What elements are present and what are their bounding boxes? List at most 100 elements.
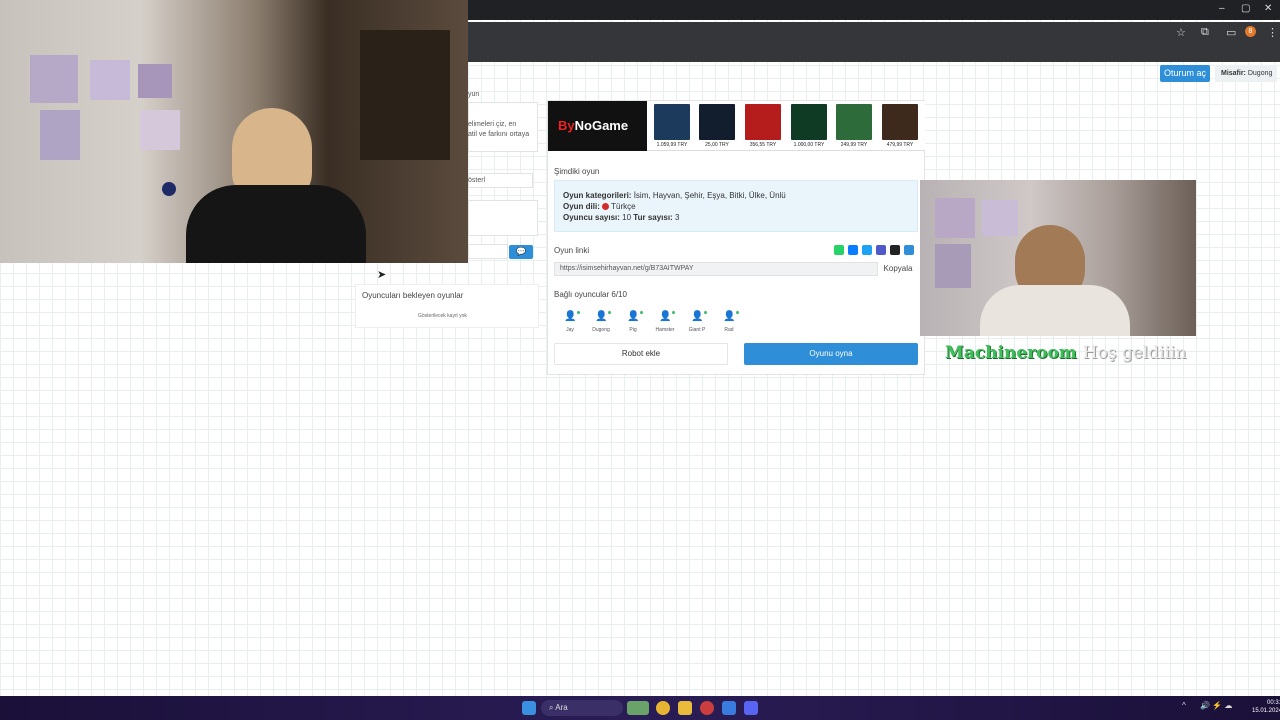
copy-link-button[interactable]: Kopyala (880, 262, 916, 276)
user-icon: 👤 (659, 311, 672, 322)
current-game-title: Şimdiki oyun (554, 167, 600, 176)
product-price: 1.000,00 TRY (793, 142, 825, 148)
play-game-button[interactable]: Oyunu oyna (744, 343, 918, 365)
wall-poster (982, 200, 1018, 236)
product-price: 249,99 TRY (840, 142, 868, 148)
twitter-icon[interactable] (862, 245, 872, 255)
waiting-games-card: Oyuncuları bekleyen oyunlar Gösterilecek… (355, 284, 539, 328)
categories-value: İsim, Hayvan, Şehir, Eşya, Bitki, Ülke, … (633, 191, 786, 200)
wall-poster (40, 110, 80, 160)
player-slot: 👤 Giant P (685, 311, 709, 333)
webcam-overlay-right (920, 180, 1196, 336)
clock-time: 00:31 (1267, 700, 1280, 706)
streamer-body (980, 285, 1130, 336)
extensions-icon[interactable]: ⧉ (1201, 26, 1209, 39)
mouse-cursor-icon: ➤ (377, 269, 387, 281)
stream-welcome-overlay: Machineroom Hoş geldiiin (945, 343, 1186, 363)
overlay-greeting: Hoş geldiiin (1082, 343, 1187, 363)
round-count-value: 3 (674, 213, 680, 222)
player-name: Hamster (655, 327, 675, 333)
wall-poster (935, 244, 971, 288)
lamp (162, 182, 176, 196)
teams-icon[interactable] (876, 245, 886, 255)
product-image (745, 104, 781, 140)
discord-icon[interactable] (744, 701, 758, 715)
categories-line: Oyun kategorileri: İsim, Hayvan, Şehir, … (563, 191, 786, 200)
online-indicator (608, 311, 611, 314)
system-tray-icons[interactable]: 🔊 ⚡ ☁ (1200, 701, 1240, 715)
sidebar-icon[interactable]: ▭ (1226, 26, 1236, 39)
widgets-icon[interactable] (627, 701, 649, 715)
language-label: Oyun dili: (563, 202, 600, 211)
ad-banner[interactable]: ByNoGame 1.059,99 TRY 25,00 TRY 356,55 T… (548, 101, 925, 151)
product-image (791, 104, 827, 140)
product-image (699, 104, 735, 140)
connected-players-title: Bağlı oyuncular 6/10 (554, 290, 627, 299)
profile-icon[interactable]: 8 (1245, 26, 1256, 37)
game-info-box: Oyun kategorileri: İsim, Hayvan, Şehir, … (554, 180, 918, 232)
chat-input[interactable] (468, 244, 508, 259)
bynogame-logo[interactable]: ByNoGame (548, 101, 647, 151)
menu-icon[interactable]: ⋮ (1267, 26, 1278, 39)
ad-product[interactable]: 25,00 TRY (699, 104, 735, 151)
player-slot: 👤 Rad (717, 311, 741, 333)
show-button-label: österl (468, 177, 486, 184)
ad-product[interactable]: 356,55 TRY (745, 104, 781, 151)
send-message-button[interactable]: 💬 (509, 245, 533, 259)
overlay-username: Machineroom (945, 343, 1077, 363)
language-value: Türkçe (611, 202, 636, 211)
window-blinds (360, 30, 450, 160)
ad-product[interactable]: 1.059,99 TRY (654, 104, 690, 151)
player-slot: 👤 Dugong (589, 311, 613, 333)
online-indicator (640, 311, 643, 314)
minimize-icon[interactable]: – (1219, 3, 1225, 14)
online-indicator (704, 311, 707, 314)
maximize-icon[interactable]: ▢ (1241, 3, 1250, 14)
section-title-partial: yun (468, 91, 480, 98)
logo-prefix: By (558, 118, 575, 133)
snapchat-icon[interactable] (890, 245, 900, 255)
description-line-2: atil ve farkını ortaya (468, 131, 530, 138)
share-plus-icon[interactable] (904, 245, 914, 255)
player-name: Rad (724, 327, 734, 333)
file-explorer-icon[interactable] (678, 701, 692, 715)
close-icon[interactable]: ✕ (1264, 3, 1272, 14)
guest-prefix: Misafir: (1221, 70, 1246, 77)
webcam-overlay-left (0, 0, 468, 263)
online-indicator (736, 311, 739, 314)
game-link-title: Oyun linki (554, 246, 590, 255)
wall-poster (30, 55, 78, 103)
ad-product[interactable]: 249,99 TRY (836, 104, 872, 151)
player-name: Giant P (688, 327, 706, 333)
guest-badge: Misafir: Dugong (1215, 65, 1277, 82)
app-icon[interactable] (700, 701, 714, 715)
waiting-games-title: Oyuncuları bekleyen oyunlar (362, 291, 464, 300)
app-icon[interactable] (722, 701, 736, 715)
taskbar-search[interactable]: ⌕ Ara (541, 700, 623, 716)
game-link-input[interactable]: https://isimsehirhayvan.net/g/B73AITWPAY (554, 262, 878, 276)
categories-label: Oyun kategorileri: (563, 191, 632, 200)
chat-box (468, 200, 538, 236)
language-line: Oyun dili: Türkçe (563, 202, 636, 211)
chevron-up-icon[interactable]: ^ (1182, 701, 1190, 715)
windows-start-icon[interactable] (522, 701, 536, 715)
player-name: Pig (629, 327, 637, 333)
player-slot: 👤 Hamster (653, 311, 677, 333)
product-image (882, 104, 918, 140)
ad-product[interactable]: 479,99 TRY (882, 104, 918, 151)
star-icon[interactable]: ☆ (1176, 26, 1186, 39)
wall-poster (140, 110, 180, 150)
ad-product[interactable]: 1.000,00 TRY (791, 104, 827, 151)
player-count-value: 10 (622, 213, 632, 222)
chrome-icon[interactable] (656, 701, 670, 715)
taskbar-clock[interactable]: 00:31 15.01.2024 (1252, 699, 1280, 715)
player-slot: 👤 Pig (621, 311, 645, 333)
messenger-icon[interactable] (848, 245, 858, 255)
player-name: Jay (566, 327, 574, 333)
description-line-1: elimeleri çiz, en (468, 121, 517, 128)
login-button[interactable]: Oturum aç (1160, 65, 1210, 82)
online-indicator (672, 311, 675, 314)
product-price: 479,99 TRY (886, 142, 914, 148)
add-robot-button[interactable]: Robot ekle (554, 343, 728, 365)
whatsapp-icon[interactable] (834, 245, 844, 255)
